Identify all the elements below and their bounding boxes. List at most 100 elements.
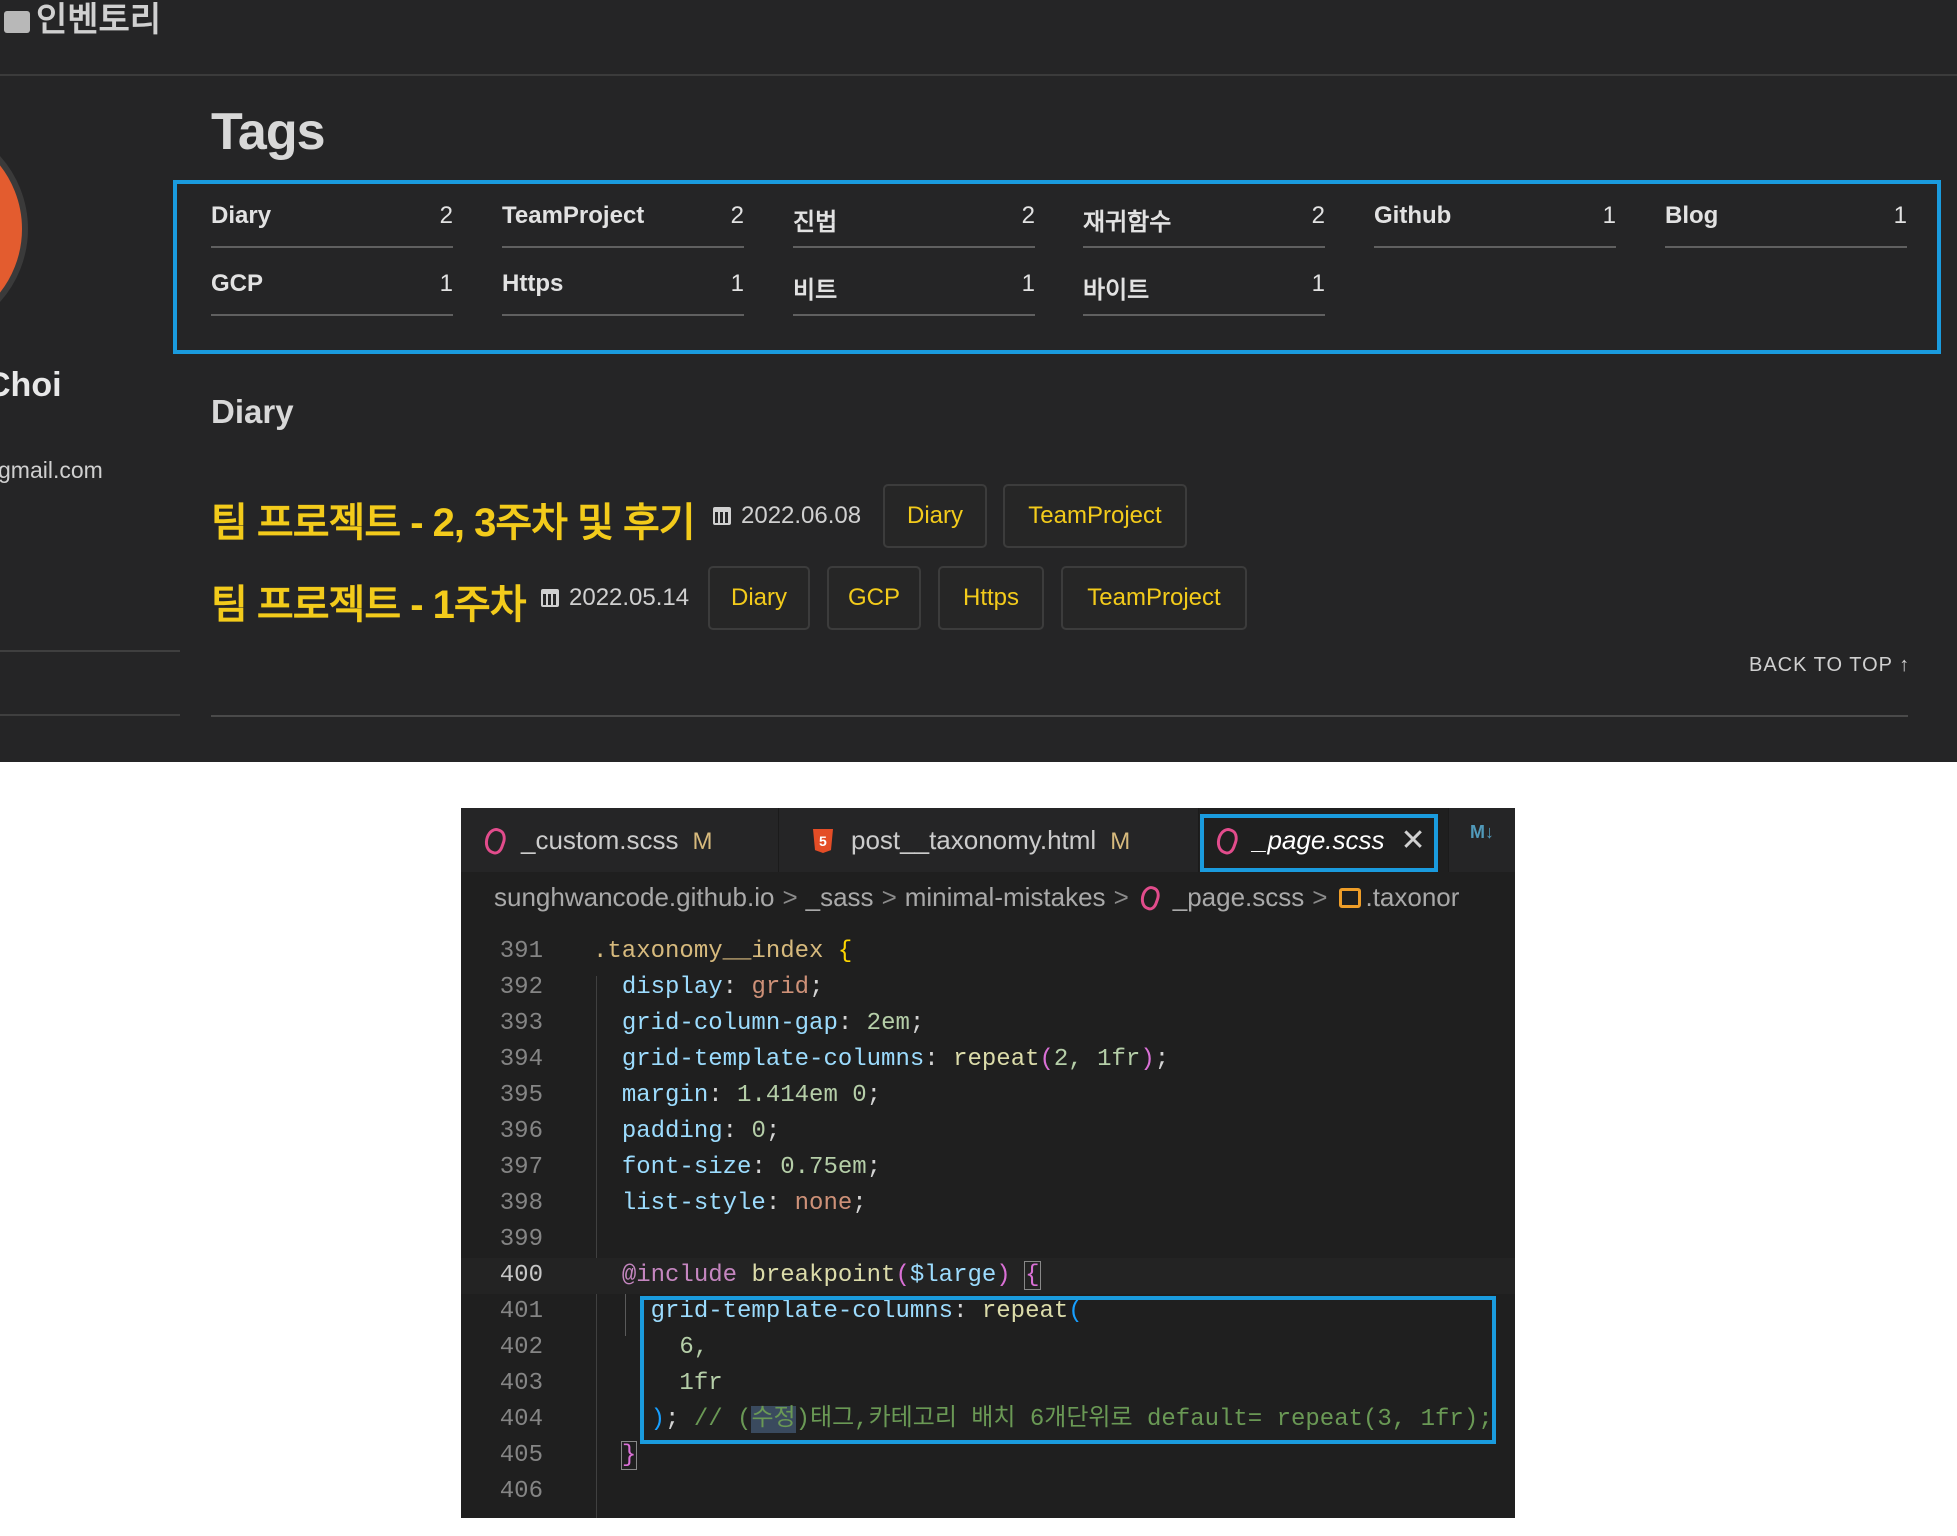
code-line: 391 .taxonomy__index { (461, 934, 1515, 970)
line-number: 393 (499, 1010, 543, 1037)
line-number: 401 (499, 1298, 543, 1325)
value-token: 0.75em (780, 1154, 867, 1181)
code-line: 398 list-style: none; (461, 1186, 1515, 1222)
breadcrumb-item[interactable]: _page.scss (1173, 882, 1305, 912)
code-line: 397 font-size: 0.75em; (461, 1150, 1515, 1186)
at-rule-token: @include (621, 1262, 738, 1289)
post-title-link[interactable]: 팀 프로젝트 - 2, 3주차 및 후기 (211, 490, 696, 548)
sass-icon (1137, 883, 1163, 913)
code-line: 396 padding: 0; (461, 1114, 1515, 1150)
property-token: grid-column-gap (621, 1010, 838, 1037)
brace-token-matched: { (1024, 1261, 1041, 1290)
chevron-right-icon: > (1113, 882, 1129, 912)
value-token: grid (751, 974, 810, 1001)
author-email-link[interactable]: gmail.com (0, 457, 103, 484)
code-line: 395 margin: 1.414em 0; (461, 1078, 1515, 1114)
value-token: 1.414em 0 (737, 1082, 867, 1109)
sidebar-divider (0, 714, 180, 716)
line-number: 405 (499, 1442, 543, 1469)
code-text: margin: 1.414em 0; (621, 1082, 882, 1109)
editor-tab-bar: _custom.scssM post__taxonomy.htmlM _page… (461, 808, 1515, 872)
value-token: 2, 1fr (1053, 1046, 1141, 1073)
markdown-icon[interactable]: M↓ (1470, 822, 1494, 843)
blog-page: 인벤토리 Choi gmail.com Tags Diary2 TeamProj… (0, 0, 1957, 762)
post-title-link[interactable]: 팀 프로젝트 - 1주차 (211, 572, 527, 630)
post-tag-chip[interactable]: Https (938, 566, 1044, 630)
modified-indicator: M (1110, 828, 1131, 855)
line-number: 403 (499, 1370, 543, 1397)
chevron-right-icon: > (1312, 882, 1328, 912)
page-footer-divider (211, 715, 1908, 717)
site-nav-title-text: 인벤토리 (36, 1, 162, 39)
code-line: 393 grid-column-gap: 2em; (461, 1006, 1515, 1042)
line-number: 392 (499, 974, 543, 1001)
post-date: 2022.05.14 (541, 584, 689, 612)
paren-token: ( (1039, 1046, 1054, 1073)
tab-label: _custom.scss (521, 825, 679, 855)
tag-grid-highlight (173, 180, 1941, 354)
breadcrumb-item[interactable]: _sass (806, 882, 874, 912)
code-text: display: grid; (621, 974, 824, 1001)
sidebar-divider (0, 650, 180, 652)
section-title: Diary (211, 393, 294, 430)
code-text: grid-column-gap: 2em; (621, 1010, 925, 1037)
property-token: grid-template-columns (621, 1046, 925, 1073)
paren-token: ) (996, 1262, 1011, 1289)
code-highlight-box (640, 1296, 1496, 1444)
author-name: Choi (0, 366, 62, 404)
page-title: Tags (211, 103, 326, 161)
property-token: padding (621, 1118, 723, 1145)
post-tag-chip[interactable]: Diary (883, 484, 987, 548)
breadcrumb-item[interactable]: sunghwancode.github.io (494, 882, 774, 912)
active-tab-highlight (1200, 814, 1438, 872)
code-text: .taxonomy__index { (593, 934, 852, 970)
property-token: font-size (621, 1154, 752, 1181)
chevron-right-icon: > (782, 882, 798, 912)
modified-indicator: M (692, 828, 713, 855)
value-token: 0 (751, 1118, 766, 1145)
selector-token: .taxonomy__index (593, 938, 824, 965)
line-number: 402 (499, 1334, 543, 1361)
value-token: 2em (866, 1010, 910, 1037)
line-number: 400 (499, 1262, 543, 1289)
post-date: 2022.06.08 (713, 502, 861, 530)
function-token: breakpoint (751, 1262, 896, 1289)
html5-icon (813, 829, 833, 853)
site-nav-title[interactable]: 인벤토리 (4, 0, 161, 41)
code-text: list-style: none; (621, 1190, 867, 1217)
code-text: font-size: 0.75em; (621, 1154, 882, 1181)
author-avatar (0, 120, 28, 338)
brace-token: { (837, 938, 853, 965)
post-tag-chip[interactable]: Diary (708, 566, 810, 630)
brace-token-matched: } (620, 1441, 638, 1470)
property-token: display (621, 974, 723, 1001)
line-number: 404 (499, 1406, 543, 1433)
chevron-right-icon: > (881, 882, 897, 912)
line-number: 391 (499, 938, 543, 965)
value-token: none (794, 1190, 853, 1217)
code-text: } (593, 1438, 638, 1474)
tab-post-taxonomy-html[interactable]: post__taxonomy.html M (779, 808, 1199, 872)
post-tag-chip[interactable]: TeamProject (1061, 566, 1247, 630)
back-to-top-link[interactable]: BACK TO TOP ↑ (1749, 654, 1910, 677)
breadcrumb-item[interactable]: .taxonor (1365, 882, 1459, 912)
function-token: repeat (953, 1046, 1040, 1073)
file-box-icon (4, 11, 30, 34)
paren-token: ( (895, 1262, 910, 1289)
post-tag-chip[interactable]: TeamProject (1003, 484, 1187, 548)
post-tag-chip[interactable]: GCP (827, 566, 921, 630)
line-number: 399 (499, 1226, 543, 1253)
code-line: 394 grid-template-columns: repeat(2, 1fr… (461, 1042, 1515, 1078)
code-line-current: 400 @include breakpoint($large) { (461, 1258, 1515, 1294)
nav-divider (0, 74, 1957, 76)
line-number: 394 (499, 1046, 543, 1073)
tab-custom-scss[interactable]: _custom.scss M (461, 808, 779, 872)
variable-token: $large (909, 1262, 997, 1289)
paren-token: ) (1140, 1046, 1155, 1073)
breadcrumb-item[interactable]: minimal-mistakes (905, 882, 1106, 912)
property-token: list-style (621, 1190, 766, 1217)
property-token: margin (621, 1082, 709, 1109)
calendar-icon (541, 589, 559, 607)
line-number: 395 (499, 1082, 543, 1109)
code-text: grid-template-columns: repeat(2, 1fr); (621, 1046, 1170, 1073)
